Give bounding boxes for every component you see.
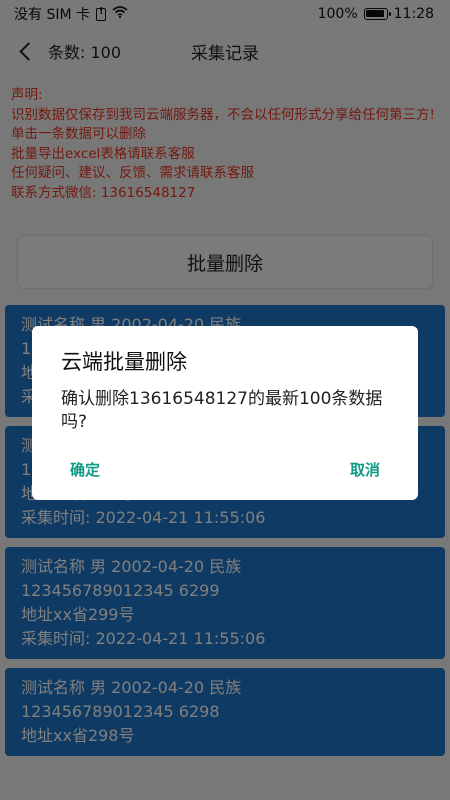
delete-confirm-dialog: 云端批量删除 确认删除13616548127的最新100条数据吗? 确定 取消 [32, 326, 418, 500]
dialog-title: 云端批量删除 [61, 350, 187, 374]
dialog-message: 确认删除13616548127的最新100条数据吗? [61, 389, 383, 432]
confirm-button[interactable]: 确定 [68, 453, 102, 486]
dialog-actions: 确定 取消 [32, 453, 418, 486]
cancel-button[interactable]: 取消 [348, 453, 382, 486]
